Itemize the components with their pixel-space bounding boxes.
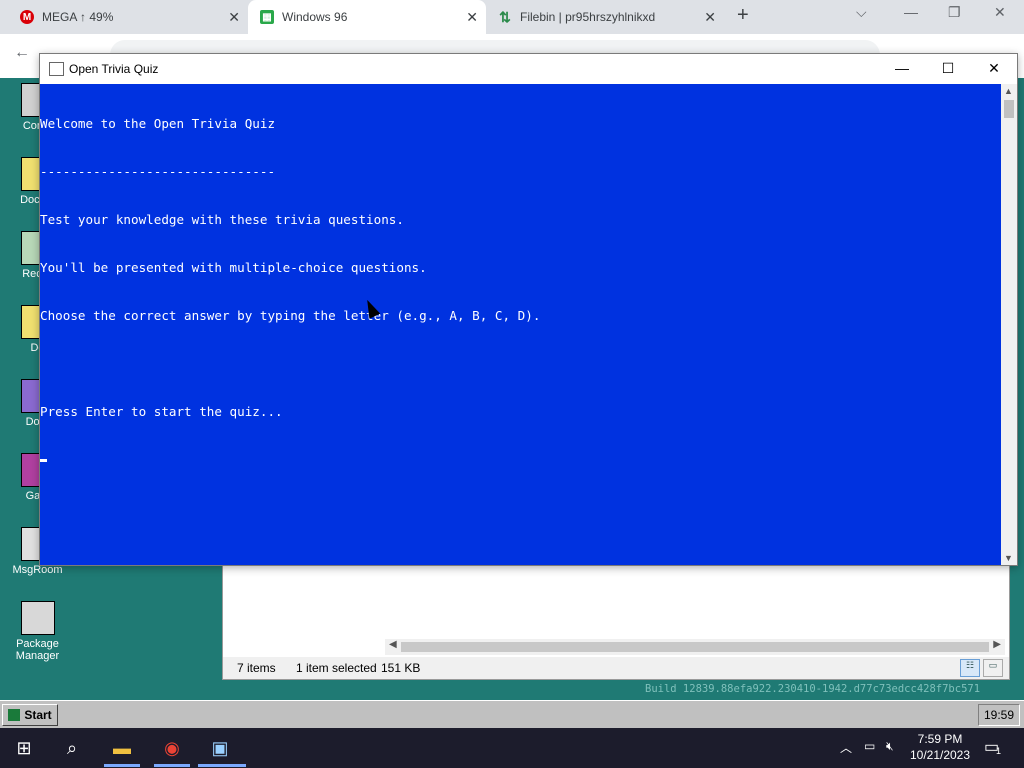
trivia-console-window[interactable]: Open Trivia Quiz — ☐ ✕ Welcome to the Op… <box>39 53 1018 566</box>
clock-time: 7:59 PM <box>917 732 963 746</box>
console-line: ------------------------------- <box>40 164 276 179</box>
new-tab-icon[interactable]: + <box>737 4 749 27</box>
scrollbar-thumb[interactable] <box>401 642 989 652</box>
console-line: Test your knowledge with these trivia qu… <box>40 212 404 227</box>
clock-date: 10/21/2023 <box>909 748 971 762</box>
close-icon[interactable]: ✕ <box>994 4 1006 21</box>
vertical-scrollbar[interactable]: ▲ ▼ <box>1001 84 1017 565</box>
tab-title: MEGA ↑ 49% <box>42 10 114 24</box>
scroll-up-icon[interactable]: ▲ <box>1004 86 1013 96</box>
tab-windows96[interactable]: ▦ Windows 96 ✕ <box>248 0 486 34</box>
volume-muted-icon[interactable]: 🔇︎ <box>886 739 894 754</box>
close-icon[interactable]: ✕ <box>971 57 1017 79</box>
build-string: Build 12839.88efa922.230410-1942.d77c73e… <box>645 683 981 695</box>
back-icon[interactable]: ← <box>14 44 30 62</box>
console-line: Choose the correct answer by typing the … <box>40 308 541 323</box>
console-title-bar[interactable]: Open Trivia Quiz — ☐ ✕ <box>40 54 1017 84</box>
w96-taskbar: Start 19:59 <box>0 700 1024 729</box>
console-input-line[interactable] <box>40 452 1001 468</box>
tab-title: Filebin | pr95hrszyhlnikxd <box>520 10 656 24</box>
browser-tab-strip: M MEGA ↑ 49% ✕ ▦ Windows 96 ✕ ⇅ Filebin … <box>0 0 1024 34</box>
tab-title: Windows 96 <box>282 10 348 24</box>
windows-start-icon[interactable]: ⊞ <box>12 736 36 760</box>
explorer-status-bar: 7 items 1 item selected 151 KB ☷ ▭ <box>223 657 1009 679</box>
desktop-icon-label: Package Manager <box>15 638 60 662</box>
scrollbar-thumb[interactable] <box>1004 100 1014 118</box>
windows96-icon: ▦ <box>260 10 274 24</box>
file-explorer-icon[interactable]: ▬ <box>110 736 134 760</box>
filebin-icon: ⇅ <box>499 8 511 25</box>
restore-icon[interactable]: ❐ <box>948 4 961 21</box>
selection-size: 151 KB <box>381 661 421 675</box>
close-tab-icon[interactable]: ✕ <box>228 9 240 26</box>
scroll-right-icon[interactable]: ▶ <box>993 639 1001 650</box>
scroll-down-icon[interactable]: ▼ <box>1004 553 1013 563</box>
host-clock[interactable]: 7:59 PM 10/21/2023 <box>900 731 980 763</box>
desktop-icon-package-manager[interactable]: Package Manager <box>0 601 75 662</box>
text-cursor <box>40 459 47 462</box>
start-label: Start <box>24 708 52 722</box>
console-line: Press Enter to start the quiz... <box>40 404 283 419</box>
horizontal-scrollbar[interactable]: ◀ ▶ <box>385 639 1005 655</box>
scroll-left-icon[interactable]: ◀ <box>389 639 397 650</box>
maximize-icon[interactable]: ☐ <box>925 57 971 79</box>
close-tab-icon[interactable]: ✕ <box>466 9 478 26</box>
tab-search-icon[interactable]: ⌵ <box>856 4 867 21</box>
console-app-icon <box>49 62 64 76</box>
console-output[interactable]: Welcome to the Open Trivia Quiz --------… <box>40 84 1001 565</box>
start-button[interactable]: Start <box>2 704 58 726</box>
w96-clock: 19:59 <box>978 704 1020 726</box>
console-line: Welcome to the Open Trivia Quiz <box>40 116 276 131</box>
details-view-icon[interactable]: ☷ <box>960 659 980 677</box>
minimize-icon[interactable]: — <box>904 4 918 20</box>
windows96-logo-icon <box>8 709 21 721</box>
notification-count: 1 <box>996 746 1002 756</box>
active-indicator <box>154 764 190 767</box>
active-indicator <box>104 764 140 767</box>
search-icon[interactable]: ⌕ <box>60 736 84 760</box>
large-icons-view-icon[interactable]: ▭ <box>983 659 1003 677</box>
mega-icon: M <box>20 10 34 24</box>
explorer-window: ◀ ▶ 7 items 1 item selected 151 KB ☷ ▭ <box>222 560 1010 680</box>
window-title: Open Trivia Quiz <box>69 62 159 76</box>
item-count: 7 items <box>237 661 276 675</box>
tab-filebin[interactable]: ⇅ Filebin | pr95hrszyhlnikxd ✕ <box>486 0 724 34</box>
minimize-icon[interactable]: — <box>879 57 925 79</box>
chrome-icon[interactable]: ◉ <box>160 736 184 760</box>
selection-count: 1 item selected <box>296 661 377 675</box>
console-line: You'll be presented with multiple-choice… <box>40 260 427 275</box>
tray-chevron-icon[interactable]: ︿ <box>840 739 852 756</box>
terminal-app-icon[interactable]: ▣ <box>208 736 232 760</box>
package-manager-icon <box>20 601 55 635</box>
tab-mega[interactable]: M MEGA ↑ 49% ✕ <box>0 0 248 34</box>
active-indicator <box>198 764 246 767</box>
close-tab-icon[interactable]: ✕ <box>704 9 716 26</box>
network-icon[interactable]: ▭ <box>864 739 875 753</box>
host-taskbar: ⊞ ⌕ ▬ ◉ ▣ ︿ ▭ 🔇︎ 7:59 PM 10/21/2023 ▭ 1 <box>0 728 1024 768</box>
